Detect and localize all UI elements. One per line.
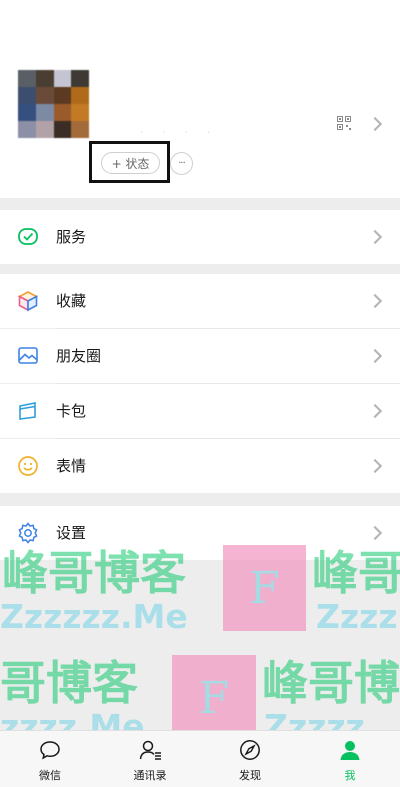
chevron-right-icon <box>367 525 383 541</box>
menu-label: 朋友圈 <box>56 347 102 365</box>
menu-label: 表情 <box>56 457 87 475</box>
tab-contacts[interactable]: 通讯录 <box>100 731 200 787</box>
watermark-text: 哥博客 <box>0 656 138 710</box>
menu-item-cards[interactable]: 卡包 <box>0 384 400 438</box>
tab-label: 我 <box>344 769 356 782</box>
chevron-right-icon <box>367 116 383 132</box>
chevron-right-icon <box>367 229 383 245</box>
chevron-right-icon <box>367 403 383 419</box>
compass-icon <box>240 740 260 760</box>
nickname-placeholder: · · · · <box>140 128 219 139</box>
person-icon <box>340 741 360 760</box>
menu-label: 服务 <box>56 228 87 246</box>
card-wallet-icon <box>19 402 36 420</box>
menu-label: 设置 <box>56 524 87 542</box>
contacts-icon <box>139 740 161 760</box>
tab-label: 微信 <box>39 769 61 782</box>
menu-item-favorites[interactable]: 收藏 <box>0 274 400 328</box>
watermark-logo-box: F <box>172 655 256 741</box>
add-status-button[interactable]: + 状态 <box>101 152 160 174</box>
menu-item-services[interactable]: 服务 <box>0 210 400 264</box>
watermark-text: Zzzz <box>316 597 398 636</box>
watermark-logo-letter: F <box>249 562 280 614</box>
menu-label: 卡包 <box>56 402 87 420</box>
chat-bubble-icon <box>40 741 60 760</box>
more-button[interactable]: ··· <box>170 152 193 175</box>
services-icon <box>18 228 38 245</box>
tab-label: 通讯录 <box>133 769 167 782</box>
smiley-icon <box>18 456 38 476</box>
watermark-text: 峰哥博 <box>262 656 400 710</box>
watermark-overlay: F F 峰哥博客 Zzzzzz.Me 哥博客 zzzz.Me 峰哥 Zzzz 峰… <box>0 545 400 745</box>
avatar[interactable] <box>18 70 89 138</box>
menu-item-settings[interactable]: 设置 <box>0 506 400 560</box>
moments-image-icon <box>18 347 38 364</box>
tab-label: 发现 <box>239 769 261 782</box>
chevron-right-icon <box>367 458 383 474</box>
chevron-right-icon <box>367 348 383 364</box>
menu-item-stickers[interactable]: 表情 <box>0 439 400 493</box>
tab-me[interactable]: 我 <box>300 731 400 787</box>
bottom-tab-bar: 微信 通讯录 发现 我 <box>0 730 400 787</box>
qr-code-icon[interactable] <box>337 116 351 130</box>
tab-discover[interactable]: 发现 <box>200 731 300 787</box>
menu-item-moments[interactable]: 朋友圈 <box>0 329 400 383</box>
tab-chats[interactable]: 微信 <box>0 731 100 787</box>
menu-label: 收藏 <box>56 292 87 310</box>
favorites-cube-icon <box>17 291 39 312</box>
profile-header: · · · · + 状态 ··· <box>0 0 400 198</box>
watermark-text: Zzzzzz.Me <box>0 597 188 636</box>
chevron-right-icon <box>367 293 383 309</box>
watermark-logo-letter: F <box>198 672 230 724</box>
settings-gear-icon <box>18 522 38 544</box>
